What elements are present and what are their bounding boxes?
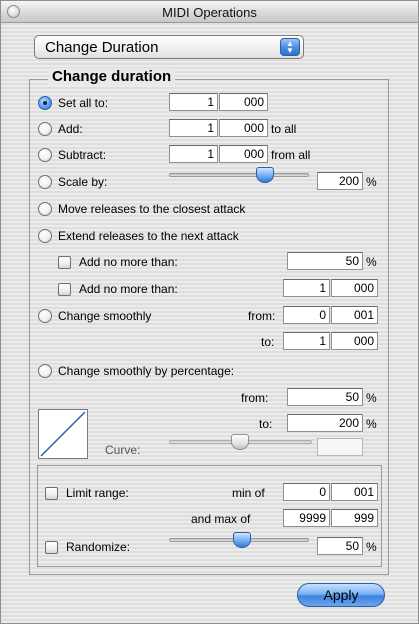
change-smoothly-pct-to-label: to:: [259, 417, 273, 431]
randomize-slider-thumb[interactable]: [233, 532, 251, 548]
limit-range-min-beats-field[interactable]: 0: [283, 483, 330, 501]
change-smoothly-to-ticks-field[interactable]: 000: [331, 332, 378, 350]
scale-by-slider-thumb[interactable]: [256, 167, 274, 183]
change-smoothly-pct-from-unit: %: [366, 391, 377, 405]
limit-range-min-ticks-field[interactable]: 001: [331, 483, 378, 501]
add-no-more-than-pct-label: Add no more than:: [79, 255, 178, 269]
title-bar: MIDI Operations: [1, 1, 418, 23]
subtract-radio[interactable]: [38, 148, 52, 162]
add-no-more-than-pct-unit: %: [366, 255, 377, 269]
apply-button[interactable]: Apply: [297, 583, 385, 607]
subtract-label: Subtract:: [58, 148, 107, 162]
group-title: Change duration: [48, 68, 176, 85]
curve-label: Curve:: [105, 443, 141, 457]
scale-by-slider[interactable]: [169, 173, 309, 177]
change-smoothly-from-ticks-field[interactable]: 001: [331, 306, 378, 324]
curve-preview: [38, 409, 88, 459]
curve-field[interactable]: [317, 438, 363, 456]
add-radio[interactable]: [38, 122, 52, 136]
change-smoothly-to-label: to:: [261, 335, 275, 349]
subtract-beats-field[interactable]: 1: [169, 145, 218, 163]
add-suffix: to all: [271, 122, 297, 136]
midi-operations-window: MIDI Operations Change Duration ▲ ▼ Chang…: [0, 0, 419, 624]
subtract-suffix: from all: [271, 148, 311, 162]
add-no-more-than-pct-field[interactable]: 50: [287, 252, 363, 270]
move-releases-radio[interactable]: [38, 202, 52, 216]
set-all-to-ticks-field[interactable]: 000: [219, 93, 268, 111]
scale-by-field[interactable]: 200: [317, 172, 363, 190]
randomize-checkbox[interactable]: [45, 541, 58, 554]
change-smoothly-from-label: from:: [248, 309, 276, 323]
popup-arrows-icon: ▲ ▼: [280, 38, 300, 56]
scale-by-unit: %: [366, 175, 377, 189]
change-smoothly-pct-label: Change smoothly by percentage:: [58, 364, 235, 378]
limit-range-label: Limit range:: [66, 486, 129, 500]
limit-range-max-label: and max of: [191, 512, 251, 526]
curve-slider-thumb[interactable]: [231, 434, 249, 450]
set-all-to-beats-field[interactable]: 1: [169, 93, 218, 111]
scale-by-radio[interactable]: [38, 175, 52, 189]
randomize-label: Randomize:: [66, 540, 131, 554]
limit-range-max-ticks-field[interactable]: 999: [331, 509, 378, 527]
extend-releases-radio[interactable]: [38, 229, 52, 243]
randomize-unit: %: [366, 540, 377, 554]
add-no-more-than-time-ticks-field[interactable]: 000: [331, 279, 378, 297]
move-releases-label: Move releases to the closest attack: [58, 202, 246, 216]
extend-releases-label: Extend releases to the next attack: [58, 229, 239, 243]
add-no-more-than-time-label: Add no more than:: [79, 282, 178, 296]
change-smoothly-pct-to-unit: %: [366, 417, 377, 431]
limit-range-checkbox[interactable]: [45, 487, 58, 500]
change-smoothly-label: Change smoothly: [58, 309, 152, 323]
change-smoothly-pct-from-field[interactable]: 50: [287, 388, 363, 406]
operation-popup-label: Change Duration: [45, 39, 159, 56]
window-title: MIDI Operations: [162, 5, 257, 20]
randomize-field[interactable]: 50: [317, 537, 363, 555]
change-smoothly-pct-from-label: from:: [241, 391, 269, 405]
operation-popup[interactable]: Change Duration ▲ ▼: [34, 35, 304, 59]
add-beats-field[interactable]: 1: [169, 119, 218, 137]
change-smoothly-to-beats-field[interactable]: 1: [283, 332, 330, 350]
add-ticks-field[interactable]: 000: [219, 119, 268, 137]
change-smoothly-pct-to-field[interactable]: 200: [287, 414, 363, 432]
set-all-to-radio[interactable]: [38, 96, 52, 110]
change-smoothly-from-beats-field[interactable]: 0: [283, 306, 330, 324]
add-no-more-than-time-checkbox[interactable]: [58, 283, 71, 296]
set-all-to-label: Set all to:: [58, 96, 109, 110]
add-label: Add:: [58, 122, 83, 136]
limit-range-min-label: min of: [232, 486, 265, 500]
curve-line-icon: [40, 411, 86, 457]
subtract-ticks-field[interactable]: 000: [219, 145, 268, 163]
add-no-more-than-pct-checkbox[interactable]: [58, 256, 71, 269]
change-smoothly-pct-radio[interactable]: [38, 364, 52, 378]
scale-by-label: Scale by:: [58, 175, 108, 189]
add-no-more-than-time-beats-field[interactable]: 1: [283, 279, 330, 297]
change-smoothly-radio[interactable]: [38, 309, 52, 323]
limit-range-max-beats-field[interactable]: 9999: [283, 509, 330, 527]
